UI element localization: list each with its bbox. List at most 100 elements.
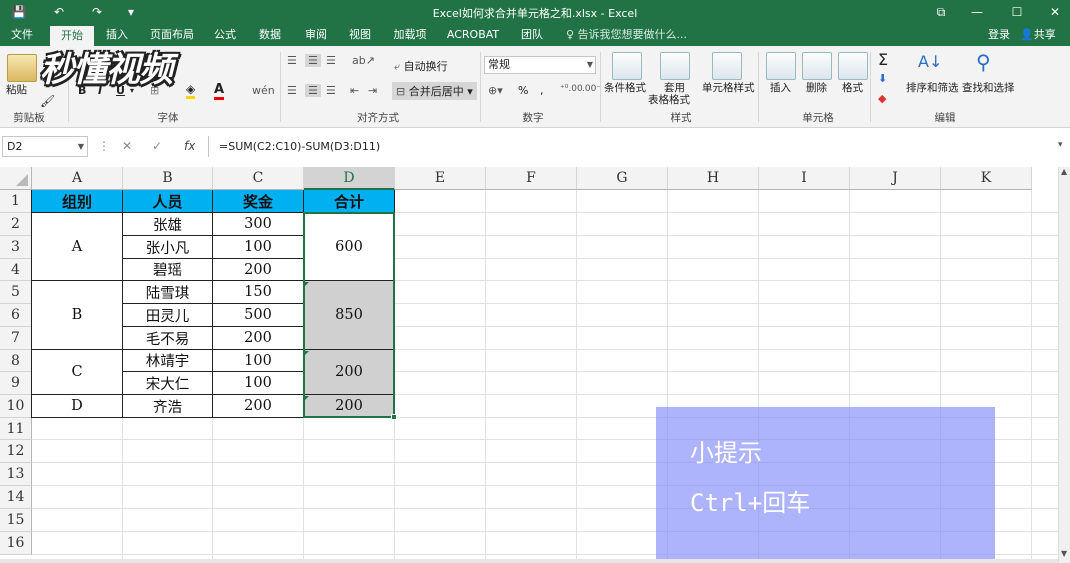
find-select-label[interactable]: 查找和选择 (962, 80, 1015, 95)
row-header-9[interactable]: 9 (0, 372, 32, 395)
bonus-cell[interactable]: 200 (213, 259, 304, 281)
scroll-down-icon[interactable]: ▼ (1061, 549, 1067, 558)
cell-styles-label[interactable]: 单元格样式 (702, 80, 755, 95)
table-format-label-2[interactable]: 表格格式 (648, 92, 690, 107)
merge-center-button[interactable]: ⊟ 合并后居中 ▾ (392, 82, 477, 100)
format-painter-icon[interactable]: 🖌 (40, 94, 55, 108)
bonus-cell[interactable]: 100 (213, 350, 304, 372)
bonus-cell[interactable]: 300 (213, 213, 304, 236)
header-cell[interactable]: 奖金 (213, 190, 304, 213)
column-header-c[interactable]: C (213, 167, 304, 190)
column-header-i[interactable]: I (759, 167, 850, 190)
ribbon-display-icon[interactable]: ⧉ (926, 2, 956, 22)
select-all-corner[interactable] (0, 167, 32, 190)
row-header-2[interactable]: 2 (0, 213, 32, 236)
wrap-text-button[interactable]: ⤶ 自动换行 (394, 58, 448, 74)
tab-data[interactable]: 数据 (252, 24, 288, 46)
row-header-12[interactable]: 12 (0, 440, 32, 463)
conditional-format-label[interactable]: 条件格式 (604, 80, 646, 95)
phonetic-icon[interactable]: wén (252, 84, 275, 97)
align-top-icon[interactable]: ☰ (287, 54, 297, 67)
row-header-11[interactable]: 11 (0, 418, 32, 440)
table-format-icon[interactable] (660, 52, 690, 80)
fill-handle[interactable] (391, 414, 397, 420)
tab-file[interactable]: 文件 (4, 24, 40, 46)
bonus-cell[interactable]: 500 (213, 304, 304, 327)
person-cell[interactable]: 毛不易 (123, 327, 213, 350)
autosum-icon[interactable]: Σ (878, 50, 888, 69)
person-cell[interactable]: 张小凡 (123, 236, 213, 259)
total-cell[interactable]: 200 (304, 350, 395, 395)
row-header-5[interactable]: 5 (0, 281, 32, 304)
header-cell[interactable]: 组别 (32, 190, 123, 213)
format-cells-icon[interactable] (838, 52, 868, 80)
cell-styles-icon[interactable] (712, 52, 742, 80)
group-cell[interactable]: C (32, 350, 123, 395)
increase-indent-icon[interactable]: ⇥ (368, 84, 377, 97)
vertical-scrollbar[interactable]: ▲ ▼ (1058, 167, 1070, 563)
column-header-e[interactable]: E (395, 167, 486, 190)
column-header-j[interactable]: J (850, 167, 941, 190)
decrease-indent-icon[interactable]: ⇤ (350, 84, 359, 97)
total-cell[interactable]: 850 (304, 281, 395, 350)
cancel-icon[interactable]: ✕ (122, 139, 132, 153)
column-header-g[interactable]: G (577, 167, 668, 190)
column-header-k[interactable]: K (941, 167, 1032, 190)
paste-icon[interactable] (7, 54, 37, 82)
font-color-icon[interactable]: A (214, 82, 225, 100)
maximize-button[interactable]: ☐ (1002, 2, 1032, 22)
row-header-4[interactable]: 4 (0, 259, 32, 281)
align-middle-icon[interactable]: ☰ (305, 54, 321, 67)
row-header-10[interactable]: 10 (0, 395, 32, 418)
tab-formulas[interactable]: 公式 (208, 24, 242, 46)
conditional-format-icon[interactable] (612, 52, 642, 80)
percent-button[interactable]: % (518, 84, 528, 97)
row-header-7[interactable]: 7 (0, 327, 32, 350)
row-header-3[interactable]: 3 (0, 236, 32, 259)
bonus-cell[interactable]: 200 (213, 327, 304, 350)
orientation-icon[interactable]: ab↗ (352, 54, 375, 67)
column-header-h[interactable]: H (668, 167, 759, 190)
horizontal-scrollbar[interactable] (0, 559, 1058, 563)
insert-function-icon[interactable]: fx (184, 139, 195, 153)
fill-color-icon[interactable]: ◈ (186, 82, 196, 99)
clear-icon[interactable]: ◆ (878, 92, 886, 105)
header-cell[interactable]: 合计 (304, 190, 395, 213)
sort-filter-icon[interactable]: A↓ (918, 52, 942, 71)
currency-icon[interactable]: ⊕▾ (488, 84, 503, 97)
increase-decimal-icon[interactable]: ⁺⁰.00 (560, 84, 583, 94)
total-cell[interactable]: 600 (304, 213, 395, 281)
insert-cells-label[interactable]: 插入 (770, 80, 791, 95)
person-cell[interactable]: 碧瑶 (123, 259, 213, 281)
row-header-13[interactable]: 13 (0, 463, 32, 486)
tell-me-box[interactable]: ♀ 告诉我您想要做什么... (566, 24, 687, 46)
bonus-cell[interactable]: 100 (213, 236, 304, 259)
login-link[interactable]: 登录 (988, 24, 1010, 46)
paste-label[interactable]: 粘贴 (6, 82, 27, 97)
person-cell[interactable]: 田灵儿 (123, 304, 213, 327)
tab-addins[interactable]: 加载项 (388, 24, 432, 46)
group-cell[interactable]: A (32, 213, 123, 281)
person-cell[interactable]: 张雄 (123, 213, 213, 236)
align-left-icon[interactable]: ☰ (287, 84, 297, 97)
row-header-16[interactable]: 16 (0, 532, 32, 555)
name-box[interactable]: D2 ▼ (2, 136, 88, 157)
sort-filter-label[interactable]: 排序和筛选 (906, 80, 959, 95)
row-header-14[interactable]: 14 (0, 486, 32, 509)
align-center-icon[interactable]: ☰ (305, 84, 321, 97)
formula-input[interactable]: =SUM(C2:C10)-SUM(D3:D11) (208, 136, 1058, 157)
comma-button[interactable]: , (540, 84, 544, 97)
align-bottom-icon[interactable]: ☰ (326, 54, 336, 67)
row-header-8[interactable]: 8 (0, 350, 32, 372)
group-cell[interactable]: B (32, 281, 123, 350)
column-header-d[interactable]: D (304, 167, 395, 190)
person-cell[interactable]: 宋大仁 (123, 372, 213, 395)
share-button[interactable]: 👤共享 (1020, 24, 1056, 46)
insert-cells-icon[interactable] (766, 52, 796, 80)
tab-team[interactable]: 团队 (514, 24, 550, 46)
scroll-up-icon[interactable]: ▲ (1061, 167, 1067, 176)
row-header-6[interactable]: 6 (0, 304, 32, 327)
bonus-cell[interactable]: 150 (213, 281, 304, 304)
total-cell[interactable]: 200 (304, 395, 395, 418)
tab-view[interactable]: 视图 (342, 24, 378, 46)
